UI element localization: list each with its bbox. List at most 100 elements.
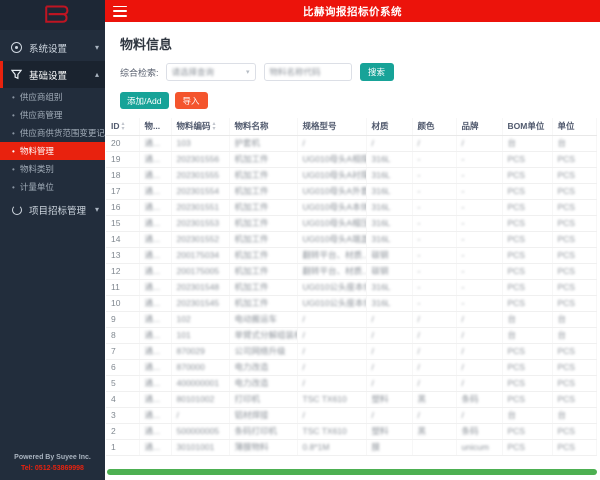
cell-1: 通... xyxy=(139,215,172,232)
cell-1: 通... xyxy=(139,359,172,376)
cell-3: 条码打印机 xyxy=(229,423,298,440)
table-row[interactable]: 5 通... 400000001 电力改造 / / / / PCS PCS xyxy=(106,375,597,392)
table-row[interactable]: 17通...202301554机加工件UG010母头A外套...316L--PC… xyxy=(106,183,597,200)
column-header-2-sortable[interactable]: 物料编码 ▴ ▾ xyxy=(171,118,230,136)
input-placeholder: 物料名称代码 xyxy=(269,67,321,77)
search-category-select[interactable]: 请选择查询 ▾ xyxy=(165,63,256,81)
cell-2: 870000 xyxy=(171,359,230,376)
table-row[interactable]: 2 通... 500000005 条码打印机 TSC TX610 塑料黑条码 PCS PCS xyxy=(106,423,597,440)
materials-table: ID ▴ ▾ 物... 物料编码 ▴ ▾ 物料名称 规格型号 材质 颜色 品牌 BOM单位 单位 20 通.… xyxy=(106,118,597,456)
cell-0: 6 xyxy=(106,359,140,376)
cell-5: / xyxy=(366,311,413,328)
sidebar: 系统设置 ▾ 基础设置 ▴ • 供应商组别 • 供应商管理 • 供应商供货范围变更记录 • 物… xyxy=(0,0,105,480)
cell-5: 碳钢 xyxy=(366,247,413,264)
cell-2: 202301555 xyxy=(171,167,230,184)
hamburger-icon[interactable] xyxy=(113,5,127,17)
sidebar-subitem[interactable]: • 供应商供货范围变更记录 xyxy=(0,124,105,142)
sidebar-item-label: 系统设置 xyxy=(29,43,68,55)
search-input[interactable]: 物料名称代码 xyxy=(263,63,352,81)
sidebar-subitem[interactable]: • 物料管理 xyxy=(0,142,105,160)
cell-6: / xyxy=(412,135,457,152)
cell-3: 机加工件 xyxy=(229,183,298,200)
bullet-icon: • xyxy=(12,128,15,138)
table-row[interactable]: 9 通... 102 电动搬运车 / / / / 台台 xyxy=(106,311,597,328)
table-row[interactable]: 16通...202301551机加工件UG010母头A本体...316L--PC… xyxy=(106,199,597,216)
cell-7: - xyxy=(456,215,503,232)
cell-1: 通... xyxy=(139,263,172,280)
chevron-up-icon: ▴ xyxy=(94,70,99,79)
cell-7: / xyxy=(456,135,503,152)
cell-9: PCS xyxy=(552,439,597,456)
import-button[interactable]: 导入 xyxy=(174,92,208,109)
cell-8: PCS xyxy=(502,295,553,312)
cell-9: PCS xyxy=(552,279,597,296)
table-row[interactable]: 3 通... / 铝材焊接 / / / / 台台 xyxy=(106,407,597,424)
table-row[interactable]: 1 通... 30101001 薄膜物料 0.8*1M 膜 unicum PCS PCS xyxy=(106,439,597,456)
table-row[interactable]: 11通...202301548机加工件UG010公头座本体...316L--PC… xyxy=(106,279,597,296)
cell-0: 1 xyxy=(106,439,140,456)
cell-5: / xyxy=(366,359,413,376)
sort-icon[interactable]: ▴ ▾ xyxy=(122,121,125,132)
cell-9: 台 xyxy=(552,407,597,424)
table-row[interactable]: 8 通... 101 单臂式分解组装机 / / / / 台台 xyxy=(106,327,597,344)
table-row[interactable]: 7 通... 870029 公司网络升级 / / / / PCS PCS xyxy=(106,343,597,360)
column-header-0-sortable[interactable]: ID ▴ ▾ xyxy=(106,118,140,136)
cell-3: 电动搬运车 xyxy=(229,311,298,328)
cell-4: UG010母头A相撑... xyxy=(297,151,367,168)
cell-8: PCS xyxy=(502,263,553,280)
sidebar-subitem[interactable]: • 计量单位 xyxy=(0,178,105,196)
cell-7: unicum xyxy=(456,439,503,456)
table-row[interactable]: 19通...202301556机加工件UG010母头A相撑...316L--PC… xyxy=(106,151,597,168)
sidebar-item-project-bidding[interactable]: 项目招标管理 ▾ xyxy=(0,196,105,223)
column-header-5: 材质 xyxy=(366,118,413,136)
cell-1: 通... xyxy=(139,279,172,296)
search-button[interactable]: 搜索 xyxy=(359,63,394,81)
cell-0: 8 xyxy=(106,327,140,344)
table-row[interactable]: 6 通... 870000 电力改造 / / / / PCS PCS xyxy=(106,359,597,376)
table-row[interactable]: 13 通... 200175034 机加工件 翻转平台、材质... 碳钢 - - PCS PCS xyxy=(106,247,597,264)
cell-1: 通... xyxy=(139,167,172,184)
table-row[interactable]: 20 通... 103 护套机 / / / / 台台 xyxy=(106,135,597,152)
horizontal-scrollbar[interactable] xyxy=(107,469,597,475)
cell-1: 通... xyxy=(139,311,172,328)
cell-4: 翻转平台、材质... xyxy=(297,247,367,264)
cell-0: 4 xyxy=(106,391,140,408)
cell-5: 碳钢 xyxy=(366,263,413,280)
sync-icon xyxy=(10,203,23,216)
table-row[interactable]: 12 通... 200175005 机加工件 翻转平台、材质... 碳钢 - - PCS PCS xyxy=(106,263,597,280)
cell-7: / xyxy=(456,407,503,424)
sidebar-item-system-settings[interactable]: 系统设置 ▾ xyxy=(0,34,105,61)
cell-8: PCS xyxy=(502,215,553,232)
cell-7: / xyxy=(456,327,503,344)
sidebar-item-label: 基础设置 xyxy=(29,70,68,82)
cell-8: 台 xyxy=(502,311,553,328)
table-row[interactable]: 14通...202301552机加工件UG010母头A端盖...316L--PC… xyxy=(106,231,597,248)
cell-9: PCS xyxy=(552,183,597,200)
cell-5: 316L xyxy=(366,215,413,232)
table-row[interactable]: 4 通... 80101002 打印机 TSC TX610 塑料黑条码 PCS PCS xyxy=(106,391,597,408)
cell-7: - xyxy=(456,247,503,264)
cell-8: PCS xyxy=(502,167,553,184)
sidebar-subitem[interactable]: • 物料类别 xyxy=(0,160,105,178)
cell-6: / xyxy=(412,343,457,360)
sidebar-subitem[interactable]: • 供应商组别 xyxy=(0,88,105,106)
sidebar-item-basic-settings[interactable]: 基础设置 ▴ xyxy=(0,61,105,88)
cell-0: 16 xyxy=(106,199,140,216)
sidebar-subitem[interactable]: • 供应商管理 xyxy=(0,106,105,124)
cell-5: 膜 xyxy=(366,439,413,456)
cell-1: 通... xyxy=(139,327,172,344)
cell-2: 102 xyxy=(171,311,230,328)
add-button[interactable]: 添加/Add xyxy=(120,92,169,109)
sort-icon[interactable]: ▴ ▾ xyxy=(213,121,216,132)
table-row[interactable]: 18通...202301555机加工件UG010母头A衬撑...316L--PC… xyxy=(106,167,597,184)
cell-6: / xyxy=(412,375,457,392)
filter-icon xyxy=(10,68,23,81)
cell-3: 机加工件 xyxy=(229,263,298,280)
table-row[interactable]: 15通...202301553机加工件UG010母头A帽压...316L--PC… xyxy=(106,215,597,232)
cell-5: 316L xyxy=(366,151,413,168)
materials-table-wrap: ID ▴ ▾ 物... 物料编码 ▴ ▾ 物料名称 规格型号 材质 颜色 品牌 BOM单位 单位 20 通.… xyxy=(105,118,600,456)
cell-7: 条码 xyxy=(456,423,503,440)
cell-4: / xyxy=(297,375,367,392)
cell-1: 通... xyxy=(139,407,172,424)
table-row[interactable]: 10通...202301545机加工件UG010公头座本体...316L--PC… xyxy=(106,295,597,312)
